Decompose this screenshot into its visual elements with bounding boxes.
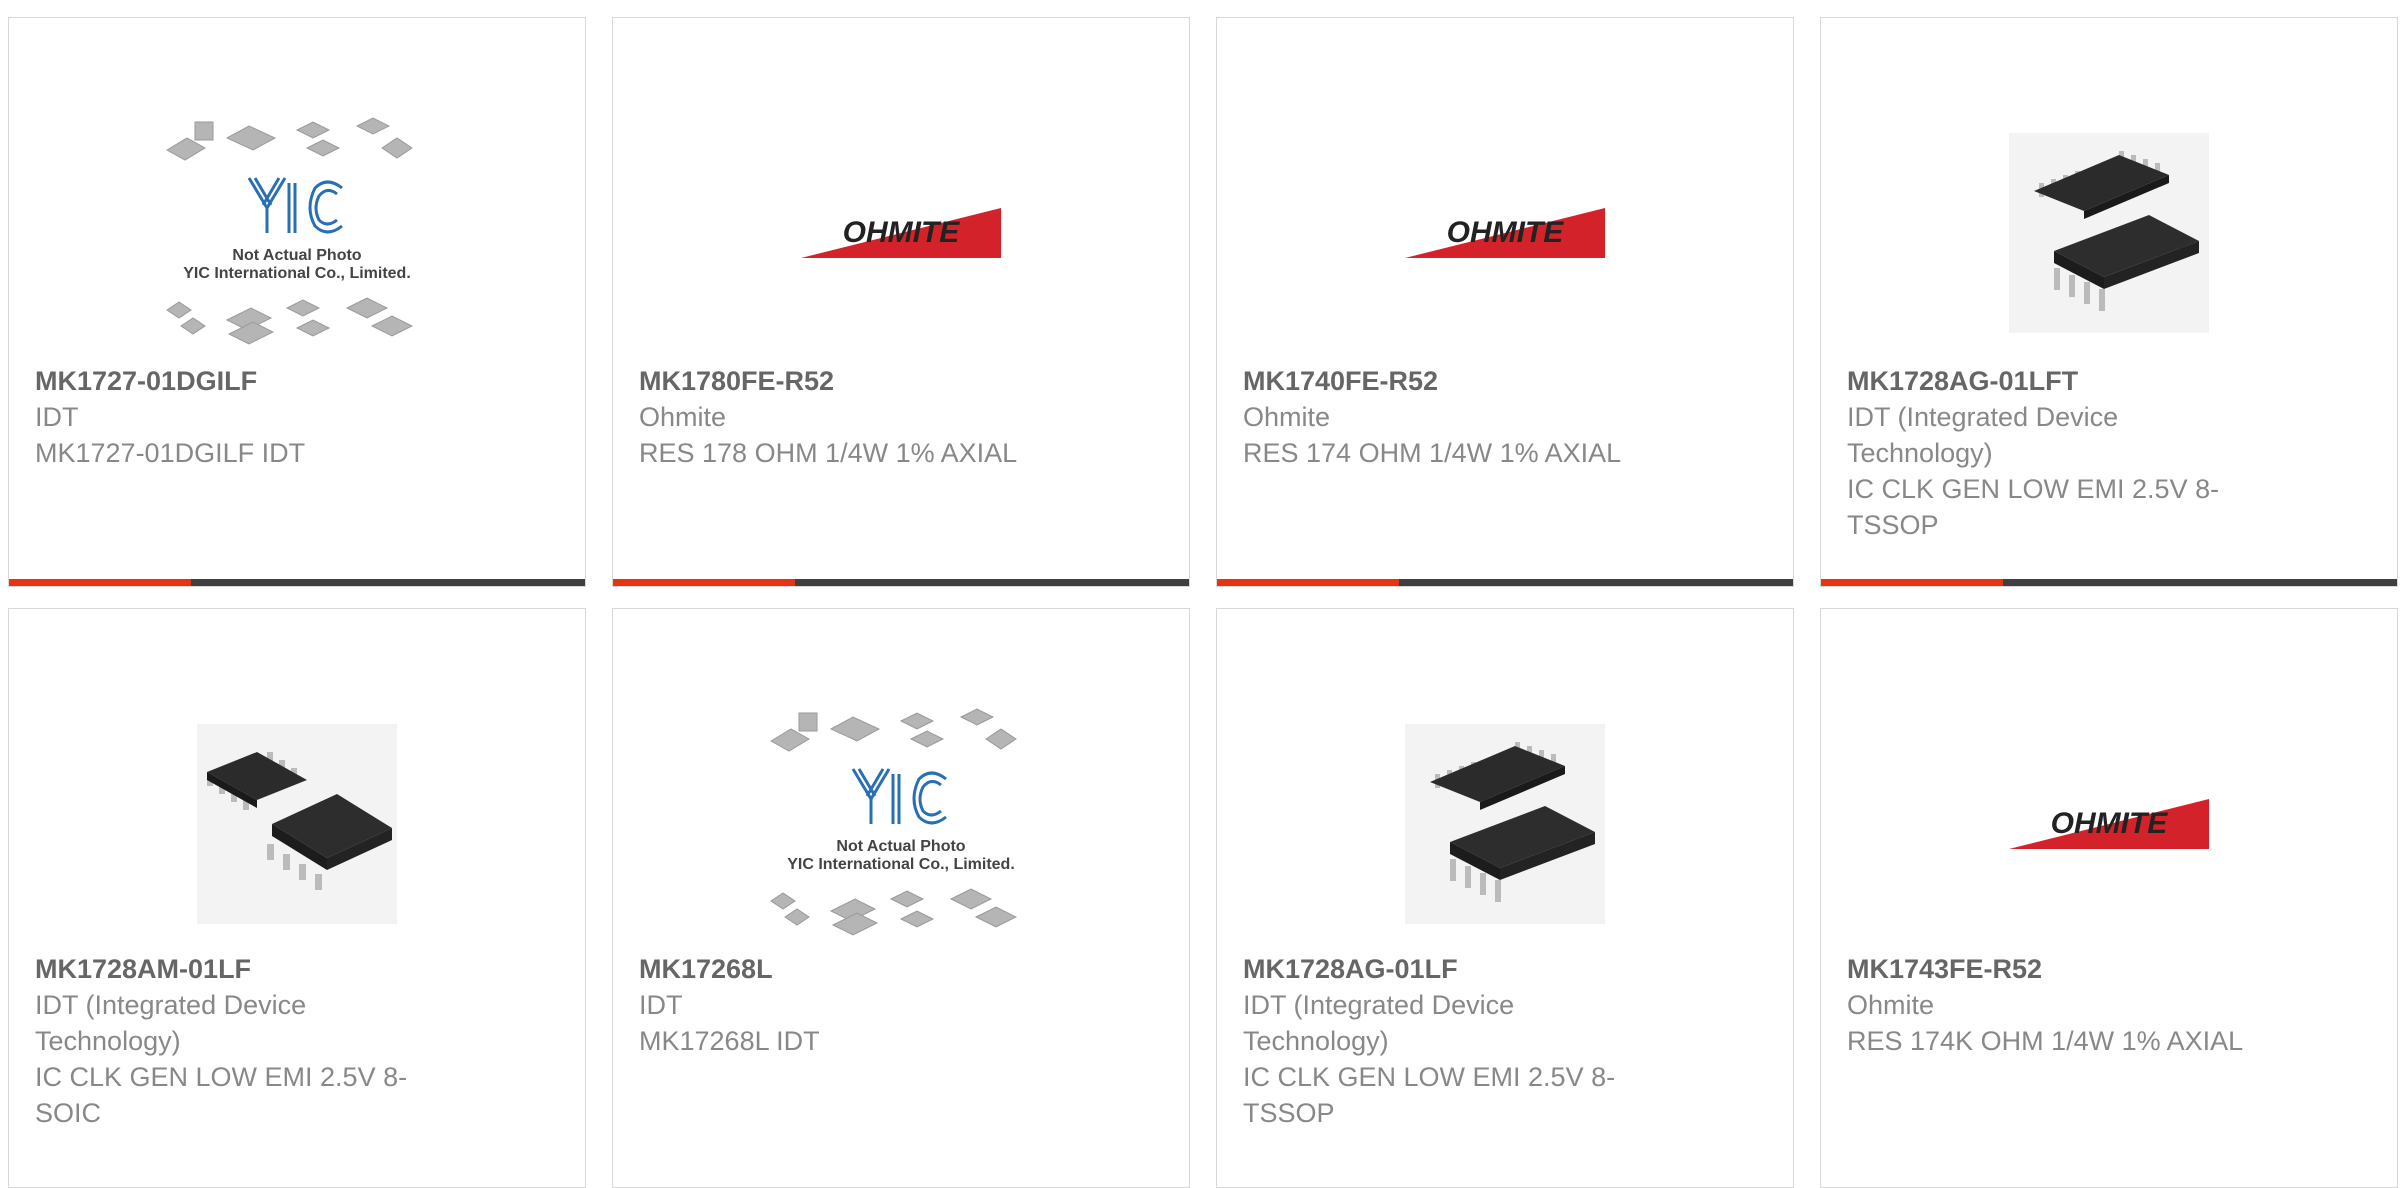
image-text-1: Not Actual Photo <box>836 838 965 855</box>
card-accent-bar <box>613 579 795 586</box>
product-card[interactable]: MK1728AM-01LF IDT (Integrated Device Tec… <box>8 608 586 1188</box>
part-number[interactable]: MK1743FE-R52 <box>1847 951 2247 987</box>
part-number[interactable]: MK1728AG-01LFT <box>1847 363 2247 399</box>
part-number[interactable]: MK1727-01DGILF <box>35 363 435 399</box>
card-bottom-bar <box>613 579 1189 586</box>
image-text-1: Not Actual Photo <box>232 247 361 264</box>
card-accent-bar <box>1217 579 1399 586</box>
yic-logo <box>851 768 947 825</box>
product-card[interactable]: OHMITE MK1780FE-R52 Ohmite RES 178 OHM 1… <box>612 17 1190 587</box>
manufacturer: IDT (Integrated Device Technology) <box>1243 990 1515 1056</box>
yic-placeholder-image: Not Actual Photo YIC International Co., … <box>770 708 1018 936</box>
description: RES 178 OHM 1/4W 1% AXIAL <box>639 438 1018 468</box>
product-image[interactable]: Not Actual Photo YIC International Co., … <box>9 98 585 368</box>
image-text-2: YIC International Co., Limited. <box>183 265 411 282</box>
ohmite-logo-image: OHMITE <box>801 208 1001 258</box>
part-number[interactable]: MK1780FE-R52 <box>639 363 1039 399</box>
description: MK1727-01DGILF IDT <box>35 438 306 468</box>
product-card[interactable]: MK1728AG-01LF IDT (Integrated Device Tec… <box>1216 608 1794 1188</box>
yic-logo <box>247 177 343 234</box>
manufacturer: IDT (Integrated Device Technology) <box>1847 402 2119 468</box>
ohmite-logo-text: OHMITE <box>1447 216 1565 249</box>
product-card[interactable]: Not Actual Photo YIC International Co., … <box>8 17 586 587</box>
manufacturer: Ohmite <box>639 402 727 432</box>
description: RES 174K OHM 1/4W 1% AXIAL <box>1847 1026 2244 1056</box>
tssop-chip-image <box>2009 133 2209 333</box>
part-number[interactable]: MK17268L <box>639 951 1039 987</box>
ohmite-logo-text: OHMITE <box>2051 807 2169 840</box>
image-text-2: YIC International Co., Limited. <box>787 856 1015 873</box>
product-card[interactable]: OHMITE MK1740FE-R52 Ohmite RES 174 OHM 1… <box>1216 17 1794 587</box>
product-image[interactable]: OHMITE <box>1217 98 1793 368</box>
product-card[interactable]: MK1728AG-01LFT IDT (Integrated Device Te… <box>1820 17 2398 587</box>
ohmite-logo-text: OHMITE <box>843 216 961 249</box>
product-card[interactable]: Not Actual Photo YIC International Co., … <box>612 608 1190 1188</box>
manufacturer: IDT (Integrated Device Technology) <box>35 990 307 1056</box>
product-image[interactable] <box>1217 689 1793 959</box>
description: MK17268L IDT <box>639 1026 820 1056</box>
product-image[interactable] <box>1821 98 2397 368</box>
product-grid: Not Actual Photo YIC International Co., … <box>0 0 2400 1188</box>
description: IC CLK GEN LOW EMI 2.5V 8-SOIC <box>35 1062 408 1128</box>
product-image[interactable]: OHMITE <box>1821 689 2397 959</box>
ohmite-logo-image: OHMITE <box>1405 208 1605 258</box>
manufacturer: IDT <box>639 990 683 1020</box>
manufacturer: Ohmite <box>1847 990 1935 1020</box>
yic-placeholder-image: Not Actual Photo YIC International Co., … <box>166 117 414 345</box>
card-accent-bar <box>1821 579 2003 586</box>
card-accent-bar <box>9 579 191 586</box>
description: IC CLK GEN LOW EMI 2.5V 8-TSSOP <box>1243 1062 1616 1128</box>
part-number[interactable]: MK1728AM-01LF <box>35 951 435 987</box>
card-bottom-bar <box>1217 579 1793 586</box>
product-image[interactable] <box>9 689 585 959</box>
soic-chip-image <box>197 724 397 924</box>
product-image[interactable]: OHMITE <box>613 98 1189 368</box>
part-number[interactable]: MK1740FE-R52 <box>1243 363 1643 399</box>
ohmite-logo-image: OHMITE <box>2009 799 2209 849</box>
card-bottom-bar <box>9 579 585 586</box>
manufacturer: Ohmite <box>1243 402 1331 432</box>
description: RES 174 OHM 1/4W 1% AXIAL <box>1243 438 1622 468</box>
tssop-chip-image <box>1405 724 1605 924</box>
description: IC CLK GEN LOW EMI 2.5V 8-TSSOP <box>1847 474 2220 540</box>
card-bottom-bar <box>1821 579 2397 586</box>
product-image[interactable]: Not Actual Photo YIC International Co., … <box>613 689 1189 959</box>
part-number[interactable]: MK1728AG-01LF <box>1243 951 1643 987</box>
product-card[interactable]: OHMITE MK1743FE-R52 Ohmite RES 174K OHM … <box>1820 608 2398 1188</box>
manufacturer: IDT <box>35 402 79 432</box>
